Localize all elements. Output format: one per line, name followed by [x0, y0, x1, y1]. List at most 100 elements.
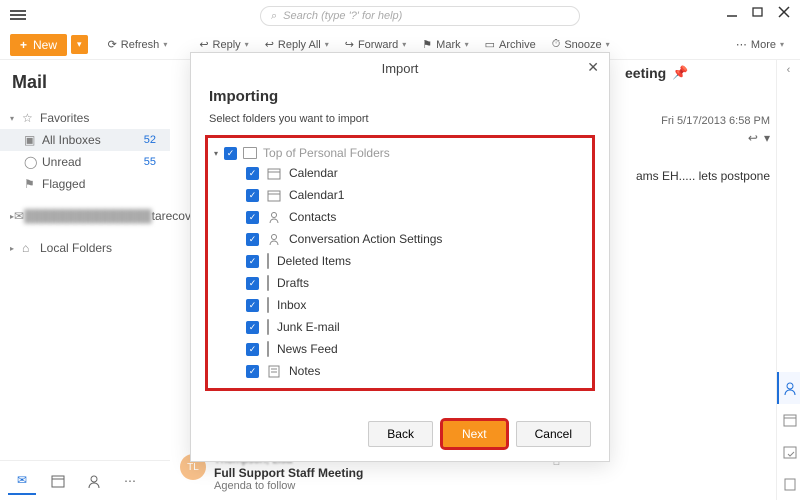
chevron-down-icon: ▾	[606, 40, 610, 49]
preview-subject: eeting	[625, 65, 666, 81]
message-subject: Full Support Staff Meeting	[214, 466, 363, 480]
chevron-down-icon: ▾	[465, 40, 469, 49]
tree-item[interactable]: ✓Drafts	[212, 272, 588, 294]
chevron-down-icon[interactable]: ▾	[214, 149, 218, 158]
refresh-button[interactable]: ⟳Refresh▾	[102, 34, 174, 55]
sidebar-local-folders[interactable]: ▸⌂Local Folders	[0, 237, 170, 259]
contact-icon	[267, 232, 281, 246]
dialog-heading: Importing	[191, 84, 609, 107]
contact-icon	[267, 210, 281, 224]
dialog-close-button[interactable]: ✕	[587, 59, 599, 76]
pin-icon[interactable]: 📌	[672, 65, 688, 81]
checkbox[interactable]: ✓	[246, 211, 259, 224]
clock-icon: ⏱	[552, 38, 561, 51]
folder-icon	[267, 254, 269, 268]
preview-body: ams EH..... lets postpone	[625, 169, 770, 183]
tree-item[interactable]: ✓Contacts	[212, 206, 588, 228]
rail-contacts[interactable]	[777, 372, 800, 404]
forward-icon: ↪	[345, 38, 354, 51]
rail-calendar[interactable]	[777, 404, 800, 436]
tree-item[interactable]: ✓Deleted Items	[212, 250, 588, 272]
flag-icon: ⚑	[422, 38, 432, 51]
more-tab[interactable]: ⋯	[116, 467, 144, 495]
calendar-icon	[267, 188, 281, 202]
contacts-tab[interactable]	[80, 467, 108, 495]
chevron-down-icon: ▾	[325, 40, 329, 49]
hamburger-menu[interactable]	[10, 8, 26, 22]
chevron-down-icon: ▾	[402, 40, 406, 49]
checkbox[interactable]: ✓	[246, 167, 259, 180]
tree-item[interactable]: ✓ Calendar	[212, 162, 588, 184]
sidebar-item-flagged[interactable]: ⚑Flagged	[0, 173, 170, 195]
archive-icon: ▭	[485, 38, 495, 51]
window-controls	[726, 6, 790, 18]
sidebar-item-unread[interactable]: ◯Unread55	[0, 151, 170, 173]
folder-icon	[243, 147, 257, 159]
back-button[interactable]: Back	[368, 421, 433, 447]
checkbox[interactable]: ✓	[246, 277, 259, 290]
chevron-down-icon: ▾	[780, 40, 784, 49]
rail-notes[interactable]	[777, 468, 800, 500]
checkbox[interactable]: ✓	[246, 233, 259, 246]
note-icon	[267, 364, 281, 378]
checkbox[interactable]: ✓	[224, 147, 237, 160]
mail-tab[interactable]: ✉	[8, 467, 36, 495]
cancel-button[interactable]: Cancel	[516, 421, 591, 447]
chevron-down-icon[interactable]: ▾	[764, 131, 770, 145]
tree-item[interactable]: ✓News Feed	[212, 338, 588, 360]
preview-pane: eeting📌 Fri 5/17/2013 6:58 PM ↩▾ ams EH.…	[625, 65, 770, 183]
chevron-down-icon: ▾	[10, 114, 22, 123]
checkbox[interactable]: ✓	[246, 343, 259, 356]
checkbox[interactable]: ✓	[246, 189, 259, 202]
inbox-icon: ▣	[24, 133, 42, 147]
message-preview: Agenda to follow	[214, 480, 363, 492]
plus-icon: +	[20, 38, 27, 52]
checkbox[interactable]: ✓	[246, 255, 259, 268]
new-dropdown[interactable]: ▾	[71, 35, 88, 54]
calendar-tab[interactable]	[44, 467, 72, 495]
checkbox[interactable]: ✓	[246, 321, 259, 334]
checkbox[interactable]: ✓	[246, 299, 259, 312]
mail-title: Mail	[0, 72, 170, 93]
rail-tasks[interactable]	[777, 436, 800, 468]
more-button[interactable]: ⋯More▾	[730, 34, 790, 55]
reply-icon[interactable]: ↩	[748, 131, 758, 145]
minimize-button[interactable]	[726, 6, 738, 18]
maximize-button[interactable]	[752, 6, 764, 18]
tree-item[interactable]: ✓ Conversation Action Settings	[212, 228, 588, 250]
folder-icon	[267, 320, 269, 334]
folder-label: Inbox	[277, 298, 306, 312]
more-icon: ⋯	[736, 38, 747, 51]
right-rail: ‹	[776, 60, 800, 500]
checkbox[interactable]: ✓	[246, 365, 259, 378]
count-badge: 55	[144, 156, 160, 168]
sidebar-item-all-inboxes[interactable]: ▣All Inboxes52	[0, 129, 170, 151]
next-button[interactable]: Next	[443, 421, 506, 447]
tree-item[interactable]: ✓ Inbox	[212, 294, 588, 316]
dialog-subheading: Select folders you want to import	[191, 107, 609, 135]
collapse-button[interactable]: ‹	[787, 64, 791, 76]
root-label: Top of Personal Folders	[263, 146, 390, 160]
new-button[interactable]: + New	[10, 34, 67, 56]
folder-icon	[267, 298, 269, 312]
tree-item[interactable]: ✓ Notes	[212, 360, 588, 382]
favorites-header[interactable]: ▾☆Favorites	[0, 107, 170, 129]
new-label: New	[33, 38, 57, 52]
search-input[interactable]: ⌕ Search (type '?' for help)	[260, 6, 580, 26]
sidebar: Mail ▾☆Favorites ▣All Inboxes52 ◯Unread5…	[0, 60, 170, 460]
tree-item[interactable]: ✓ Calendar1	[212, 184, 588, 206]
folder-label: Notes	[289, 364, 320, 378]
tree-item[interactable]: ✓ Junk E-mail	[212, 316, 588, 338]
chevron-down-icon: ▾	[163, 40, 167, 49]
folder-label: Calendar1	[289, 188, 344, 202]
search-icon: ⌕	[271, 10, 277, 23]
folder-label: Calendar	[289, 166, 338, 180]
folder-label: Conversation Action Settings	[289, 232, 442, 246]
folder-label: Junk E-mail	[277, 320, 340, 334]
close-button[interactable]	[778, 6, 790, 18]
tree-root[interactable]: ▾ ✓ Top of Personal Folders	[212, 144, 588, 162]
dialog-title: Import	[382, 61, 419, 76]
unread-icon: ◯	[24, 155, 42, 169]
chevron-right-icon: ▸	[10, 244, 22, 253]
sidebar-account[interactable]: ▸✉███████████████tarecovery	[0, 205, 170, 227]
